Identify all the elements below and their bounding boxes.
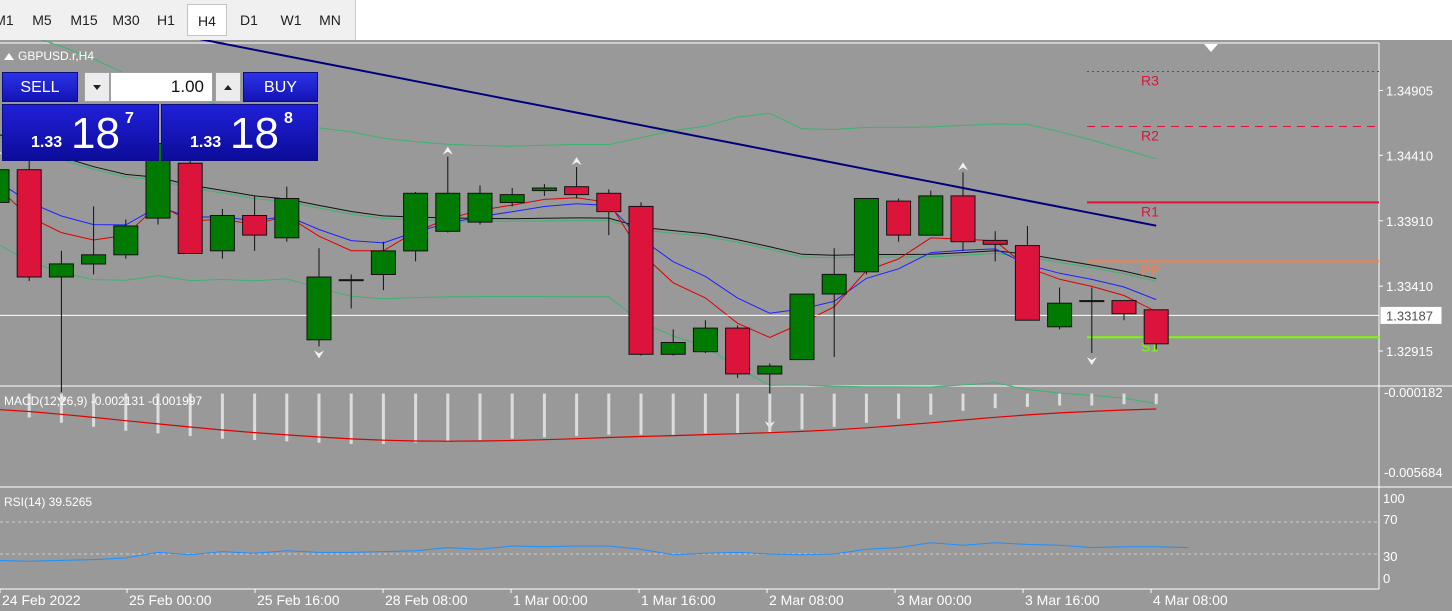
candle-body: [660, 342, 686, 355]
price-scale-label: 1.34410: [1386, 148, 1433, 163]
one-click-trading-panel: SELL 1.00 BUY 1.33 18 7 1.33 18 8: [2, 72, 318, 161]
chevron-down-icon: [93, 85, 101, 90]
timeframe-m30-button[interactable]: M30: [106, 4, 146, 36]
lot-increase-button[interactable]: [215, 72, 241, 102]
time-axis-label: 28 Feb 08:00: [385, 592, 468, 608]
timeframe-m1-button[interactable]: M1: [0, 4, 18, 36]
rsi-scale-label: 100: [1383, 491, 1405, 506]
pivot-r2-label: R2: [1141, 128, 1159, 144]
buy-price-prefix: 1.33: [190, 134, 222, 151]
candle-body: [1047, 302, 1073, 328]
candle-body: [692, 327, 718, 353]
candle-body: [81, 254, 107, 265]
time-axis-label: 1 Mar 00:00: [513, 592, 588, 608]
candle-body: [499, 194, 525, 204]
candle-body: [1143, 309, 1169, 345]
candle-body: [1014, 245, 1040, 321]
timeframe-toolbar: M1 M5 M15 M30 H1 H4 D1 W1 MN: [0, 0, 356, 41]
pivot-r3-label: R3: [1141, 73, 1159, 89]
rsi-scale-label: 30: [1383, 549, 1397, 564]
candle-body: [596, 192, 622, 213]
rsi-scale-label: 70: [1383, 512, 1397, 527]
macd-scale-label: -0.005684: [1384, 465, 1443, 480]
price-scale-label: 1.32915: [1386, 344, 1433, 359]
price-scale-label: 1.33410: [1386, 279, 1433, 294]
time-axis-label: 4 Mar 08:00: [1153, 592, 1228, 608]
time-axis-label: 1 Mar 16:00: [641, 592, 716, 608]
timeframe-w1-button[interactable]: W1: [272, 4, 310, 36]
candle-body: [918, 195, 944, 236]
pivot-pp-label: PP: [1141, 262, 1160, 278]
sell-button[interactable]: SELL: [2, 72, 78, 102]
lot-decrease-button[interactable]: [84, 72, 110, 102]
buy-price-button[interactable]: 1.33 18 8: [161, 104, 318, 161]
candle-body: [177, 162, 203, 254]
time-axis-label: 3 Mar 16:00: [1025, 592, 1100, 608]
timeframe-d1-button[interactable]: D1: [232, 4, 266, 36]
time-axis-label: 25 Feb 16:00: [257, 592, 340, 608]
sell-price-pips: 18: [71, 109, 120, 158]
candle-body: [950, 195, 976, 243]
timeframe-mn-button[interactable]: MN: [312, 4, 348, 36]
symbol-label: GBPUSD.r,H4: [18, 49, 94, 63]
sell-price-prefix: 1.33: [31, 134, 63, 151]
rsi-label: RSI(14) 39.5265: [4, 495, 92, 509]
price-scale-label: 1.34905: [1386, 84, 1433, 99]
candle-body: [1079, 300, 1105, 303]
timeframe-h4-button[interactable]: H4: [187, 4, 227, 36]
sell-price-button[interactable]: 1.33 18 7: [2, 104, 159, 161]
rsi-scale-label: 0: [1383, 571, 1390, 586]
time-axis-label: 24 Feb 2022: [2, 592, 81, 608]
candle-body: [403, 192, 429, 252]
candle-body: [338, 279, 364, 282]
timeframe-m5-button[interactable]: M5: [27, 4, 57, 36]
timeframe-h1-button[interactable]: H1: [149, 4, 183, 36]
candle-body: [467, 192, 493, 223]
candle-body: [886, 200, 912, 236]
buy-button[interactable]: BUY: [243, 72, 318, 102]
macd-scale-label: -0.000182: [1384, 385, 1443, 400]
candle-body: [982, 239, 1008, 245]
buy-price-fraction: 8: [284, 110, 293, 127]
toolbar-empty-area: [356, 0, 1452, 41]
chevron-up-icon: [224, 85, 232, 90]
candle-body: [0, 169, 10, 203]
candle-body: [113, 225, 139, 256]
candle-body: [435, 192, 461, 232]
timeframe-m15-button[interactable]: M15: [63, 4, 105, 36]
buy-price-pips: 18: [230, 109, 279, 158]
candle-body: [242, 215, 268, 236]
time-axis-label: 2 Mar 08:00: [769, 592, 844, 608]
lot-size-input[interactable]: 1.00: [110, 72, 213, 102]
symbol-label-group: GBPUSD.r,H4: [4, 49, 94, 63]
candle-body: [274, 198, 300, 239]
sell-price-fraction: 7: [125, 110, 134, 127]
candle-body: [725, 327, 751, 375]
candle-body: [306, 276, 332, 341]
time-axis-label: 25 Feb 00:00: [129, 592, 212, 608]
candle-body: [531, 187, 557, 192]
candle-body: [1111, 300, 1137, 315]
candle-body: [789, 293, 815, 361]
time-axis-label: 3 Mar 00:00: [897, 592, 972, 608]
candle-body: [821, 273, 847, 295]
candle-body: [16, 169, 42, 278]
pivot-r1-label: R1: [1141, 203, 1159, 219]
macd-label: MACD(12,26,9) -0.002131 -0.001997: [4, 394, 202, 408]
candle-body: [757, 365, 783, 375]
candle-body: [628, 205, 654, 355]
candle-body: [853, 198, 879, 273]
candle-body: [370, 250, 396, 275]
current-price-tag: 1.33187: [1386, 308, 1433, 323]
price-scale-label: 1.33910: [1386, 214, 1433, 229]
candle-body: [564, 186, 590, 196]
candle-body: [209, 215, 235, 252]
candle-body: [48, 263, 74, 278]
